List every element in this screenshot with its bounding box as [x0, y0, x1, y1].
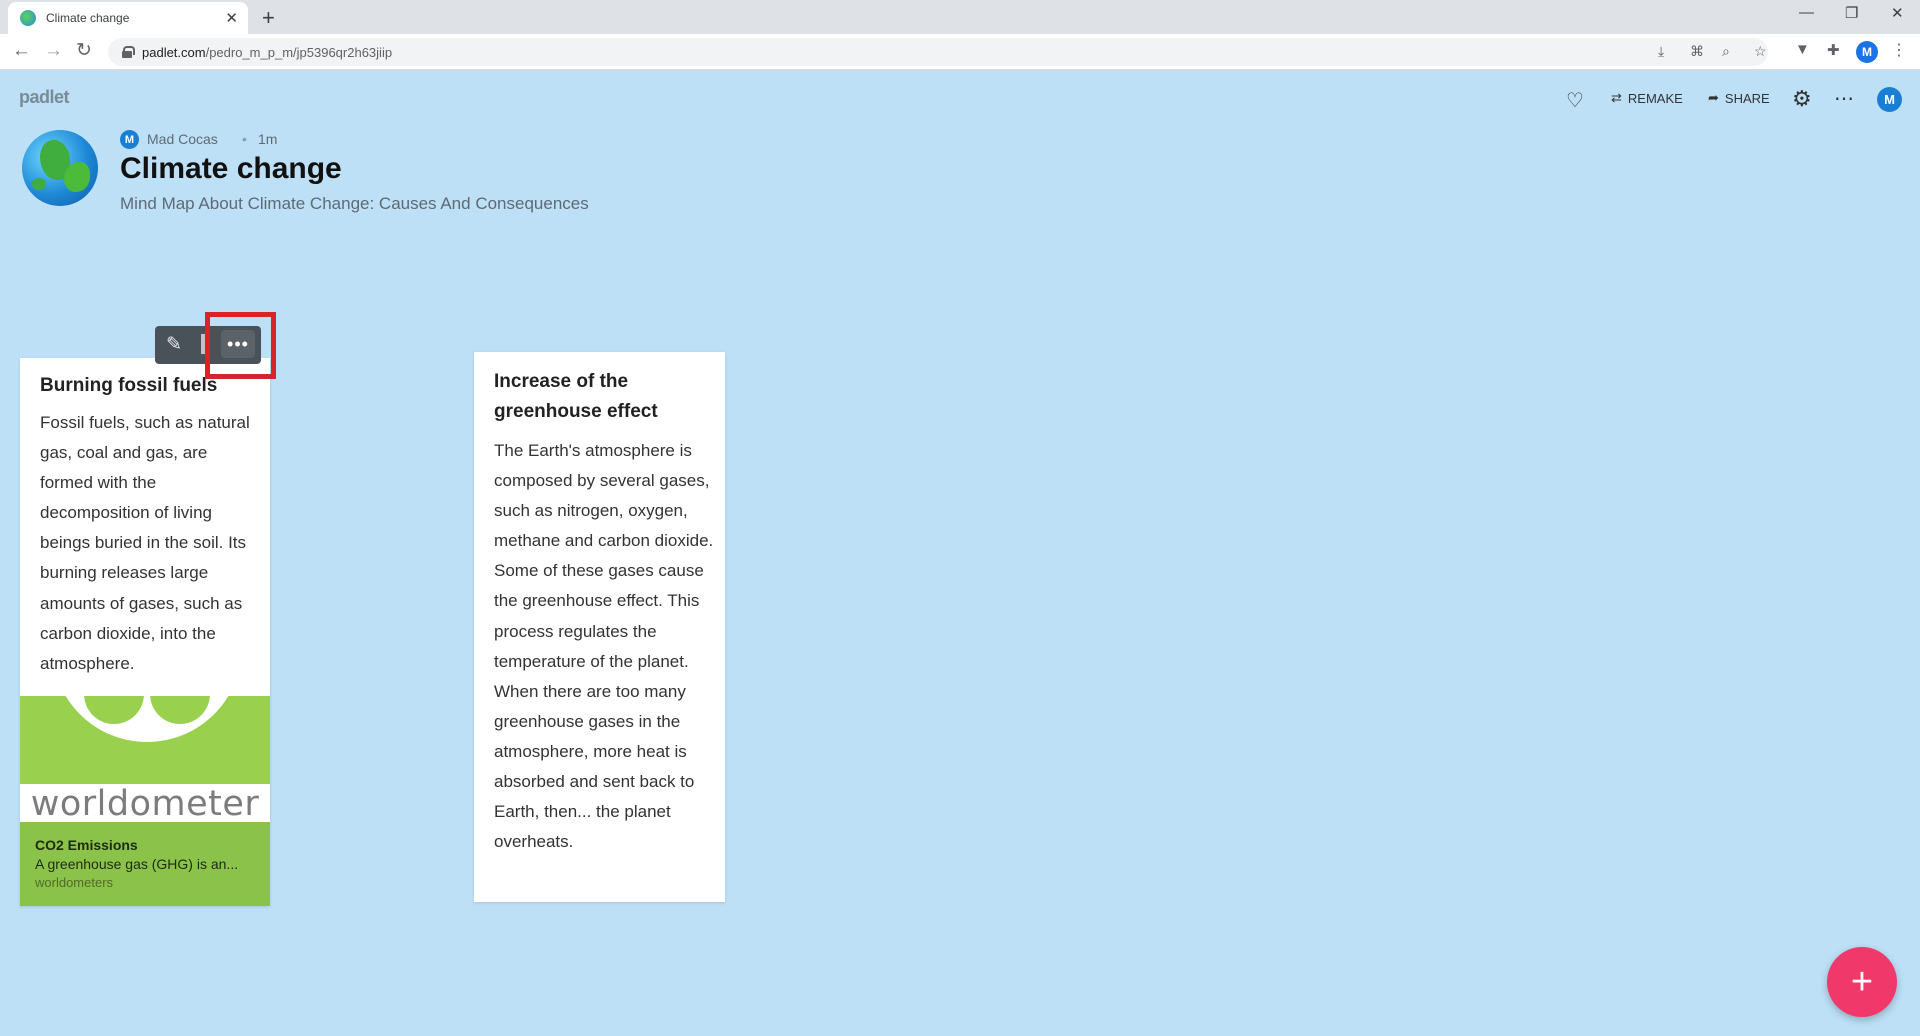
- padlet-logo[interactable]: padlet: [19, 87, 70, 108]
- add-post-button[interactable]: +: [1827, 947, 1897, 1017]
- gear-icon[interactable]: ⚙: [1792, 86, 1812, 112]
- padlet-favicon-icon: [20, 10, 36, 26]
- post-title: Increase of the greenhouse effect: [494, 371, 658, 422]
- post-card[interactable]: Burning fossil fuels Fossil fuels, such …: [20, 358, 270, 906]
- highlight-box: [205, 312, 276, 379]
- link-source: worldometers: [35, 875, 114, 890]
- link-meta: CO2 Emissions A greenhouse gas (GHG) is …: [20, 824, 270, 906]
- worldometer-wordmark: worldometer: [20, 784, 270, 822]
- author-name[interactable]: Mad Cocas: [147, 131, 218, 147]
- globe-icon: [22, 130, 98, 206]
- forward-icon[interactable]: →: [44, 41, 63, 61]
- tab-close-icon[interactable]: ✕: [225, 9, 238, 27]
- window-restore-button[interactable]: ❐: [1845, 4, 1858, 22]
- post-card[interactable]: Increase of the greenhouse effect The Ea…: [474, 352, 725, 902]
- remake-button[interactable]: ⇄ REMAKE: [1611, 90, 1683, 106]
- page-title: Climate change: [120, 152, 342, 185]
- url-host: padlet.com: [142, 44, 206, 60]
- tab-title: Climate change: [46, 11, 130, 25]
- heart-icon[interactable]: ♡: [1566, 88, 1584, 113]
- share-label: SHARE: [1724, 90, 1770, 106]
- lock-icon: [122, 46, 135, 58]
- window-close-button[interactable]: ✕: [1891, 4, 1904, 22]
- link-thumbnail: worldometer: [20, 696, 270, 822]
- url-path: /pedro_m_p_m/jp5396qr2h63jiip: [205, 44, 393, 60]
- post-body: Fossil fuels, such as natural gas, coal …: [40, 413, 250, 673]
- globe-land: [64, 162, 90, 192]
- post-time: 1m: [258, 131, 278, 147]
- globe-land: [32, 178, 46, 190]
- user-avatar[interactable]: M: [1877, 87, 1902, 112]
- link-attachment[interactable]: worldometer CO2 Emissions A greenhouse g…: [20, 696, 270, 906]
- extension-icon[interactable]: ▼: [1795, 41, 1810, 58]
- link-title: CO2 Emissions: [35, 837, 138, 853]
- author-avatar[interactable]: M: [120, 130, 139, 149]
- browser-profile-avatar[interactable]: M: [1856, 41, 1878, 63]
- browser-tabstrip: Climate change ✕ + — ❐ ✕: [0, 0, 1920, 34]
- link-description: A greenhouse gas (GHG) is an...: [35, 856, 239, 872]
- post-body: The Earth's atmosphere is composed by se…: [494, 441, 714, 852]
- browser-tab[interactable]: Climate change ✕: [8, 2, 248, 34]
- bookmark-star-icon[interactable]: ☆: [1754, 43, 1767, 60]
- worldometer-logo-shape: [52, 696, 242, 742]
- back-icon[interactable]: ←: [12, 41, 31, 61]
- share-icon: ➦: [1708, 90, 1719, 105]
- reload-icon[interactable]: ↻: [76, 41, 92, 61]
- puzzle-icon[interactable]: ✚: [1827, 41, 1840, 59]
- window-minimize-button[interactable]: —: [1799, 4, 1814, 21]
- new-tab-button[interactable]: +: [262, 5, 275, 31]
- remake-label: REMAKE: [1627, 90, 1683, 106]
- url-text: padlet.com/pedro_m_p_m/jp5396qr2h63jiip: [142, 45, 392, 60]
- install-icon[interactable]: ⤓: [1658, 43, 1664, 60]
- page-subtitle: Mind Map About Climate Change: Causes An…: [120, 194, 589, 213]
- meta-separator: •: [242, 131, 247, 147]
- zoom-icon[interactable]: ⌕: [1722, 43, 1730, 60]
- more-icon[interactable]: ⋯: [1834, 86, 1854, 111]
- browser-toolbar: ← → ↻ padlet.com/pedro_m_p_m/jp5396qr2h6…: [0, 34, 1920, 70]
- pencil-icon[interactable]: ✎: [166, 333, 182, 356]
- translate-icon[interactable]: ⌘: [1690, 43, 1704, 60]
- address-bar[interactable]: padlet.com/pedro_m_p_m/jp5396qr2h63jiip …: [108, 38, 1768, 66]
- remake-icon: ⇄: [1611, 90, 1622, 105]
- share-button[interactable]: ➦ SHARE: [1708, 90, 1770, 106]
- browser-menu-icon[interactable]: ⋮: [1891, 40, 1907, 60]
